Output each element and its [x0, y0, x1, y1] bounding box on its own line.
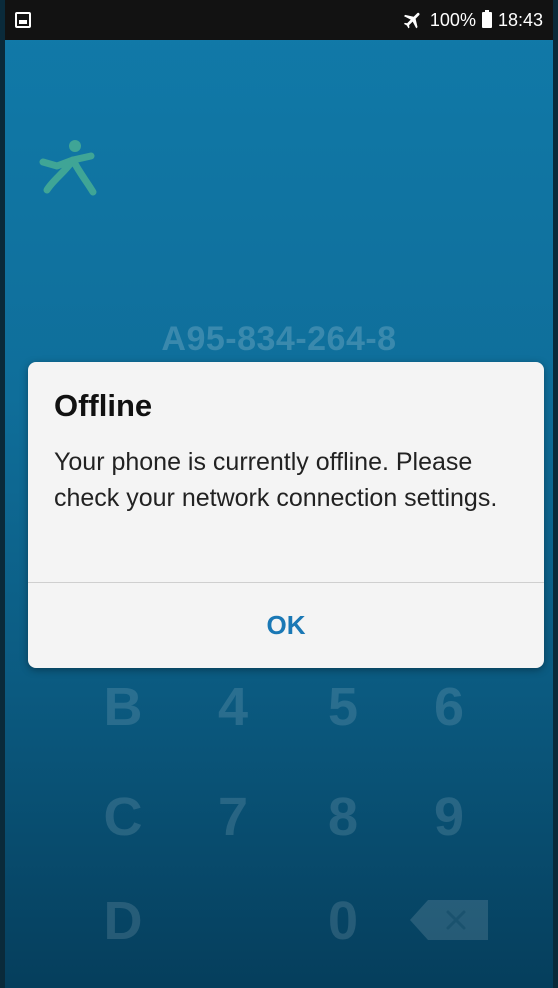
key-5[interactable]: 5 — [303, 676, 383, 738]
key-9[interactable]: 9 — [409, 786, 489, 848]
key-7[interactable]: 7 — [193, 786, 273, 848]
battery-icon — [481, 10, 492, 28]
battery-percent: 100% — [429, 9, 476, 30]
dialog-title: Offline — [54, 388, 153, 423]
clock: 18:43 — [497, 9, 543, 30]
key-6[interactable]: 6 — [409, 676, 489, 738]
app-screen: 100% 18:43 A95-834-264-8 B 4 5 6 C 7 8 9… — [5, 0, 553, 988]
account-id-display: A95-834-264-8 — [161, 320, 397, 358]
key-8[interactable]: 8 — [303, 786, 383, 848]
key-b[interactable]: B — [83, 676, 163, 738]
gallery-icon — [15, 12, 31, 28]
ok-button[interactable]: OK — [28, 583, 544, 668]
app-logo-icon — [39, 140, 97, 196]
airplane-mode-icon — [403, 12, 420, 29]
key-4[interactable]: 4 — [193, 676, 273, 738]
offline-dialog: Offline Your phone is currently offline.… — [28, 362, 544, 668]
key-c[interactable]: C — [83, 786, 163, 848]
dialog-message: Your phone is currently offline. Please … — [54, 448, 498, 512]
backspace-icon[interactable] — [410, 900, 488, 940]
status-bar: 100% 18:43 — [5, 0, 553, 40]
key-0[interactable]: 0 — [303, 890, 383, 952]
key-d[interactable]: D — [83, 890, 163, 952]
